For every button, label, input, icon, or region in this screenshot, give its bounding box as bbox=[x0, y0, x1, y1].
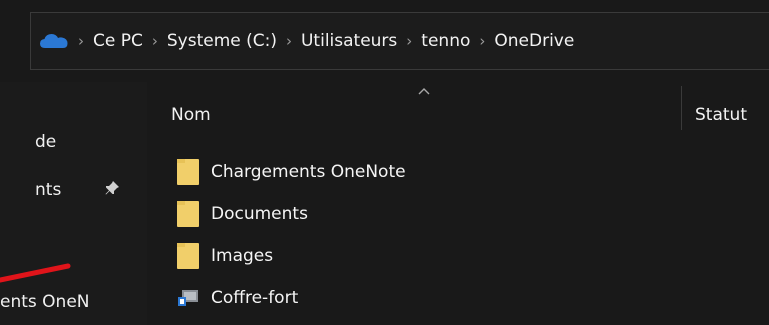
file-name: Images bbox=[211, 246, 274, 266]
file-name: Coffre-fort bbox=[211, 288, 299, 308]
file-list: Nom Statut Chargements OneNote Documents… bbox=[147, 82, 769, 325]
sidebar-item-label: nts bbox=[35, 180, 62, 200]
breadcrumb-systeme-c[interactable]: Systeme (C:) bbox=[167, 31, 277, 51]
vault-icon bbox=[178, 290, 198, 306]
breadcrumb-separator-icon: › bbox=[479, 32, 486, 50]
address-bar[interactable]: › Ce PC › Systeme (C:) › Utilisateurs › … bbox=[30, 12, 769, 70]
file-row-chargements-onenote[interactable]: Chargements OneNote bbox=[177, 157, 406, 187]
sidebar-item-documents[interactable]: nts bbox=[35, 180, 61, 200]
sidebar-item-quick-access[interactable]: de bbox=[35, 132, 56, 152]
breadcrumb-onedrive[interactable]: OneDrive bbox=[494, 31, 574, 51]
sidebar-item-label: de bbox=[35, 132, 57, 152]
column-header-status[interactable]: Statut bbox=[695, 105, 747, 125]
breadcrumb-ce-pc[interactable]: Ce PC bbox=[93, 31, 143, 51]
breadcrumb-separator-icon: › bbox=[406, 32, 413, 50]
onedrive-cloud-icon[interactable] bbox=[39, 31, 69, 51]
breadcrumb-tenno[interactable]: tenno bbox=[421, 31, 470, 51]
column-header-row: Nom Statut bbox=[147, 82, 769, 142]
annotation-arrow-line bbox=[0, 263, 71, 283]
breadcrumb-utilisateurs[interactable]: Utilisateurs bbox=[301, 31, 397, 51]
pin-icon[interactable] bbox=[104, 180, 120, 196]
breadcrumb-separator-icon: › bbox=[285, 32, 292, 50]
folder-icon bbox=[177, 201, 199, 227]
file-row-coffre-fort[interactable]: Coffre-fort bbox=[177, 283, 298, 313]
sort-ascending-icon bbox=[418, 88, 430, 95]
folder-icon bbox=[177, 159, 199, 185]
file-row-documents[interactable]: Documents bbox=[177, 199, 308, 229]
breadcrumb-separator-icon: › bbox=[151, 32, 158, 50]
column-divider[interactable] bbox=[681, 86, 682, 130]
address-bar-strip: › Ce PC › Systeme (C:) › Utilisateurs › … bbox=[0, 0, 769, 82]
column-header-name[interactable]: Nom bbox=[171, 105, 211, 125]
folder-icon bbox=[177, 243, 199, 269]
file-name: Documents bbox=[211, 204, 308, 224]
file-row-images[interactable]: Images bbox=[177, 241, 273, 271]
breadcrumb-separator-icon: › bbox=[78, 32, 84, 50]
file-name: Chargements OneNote bbox=[211, 162, 406, 182]
